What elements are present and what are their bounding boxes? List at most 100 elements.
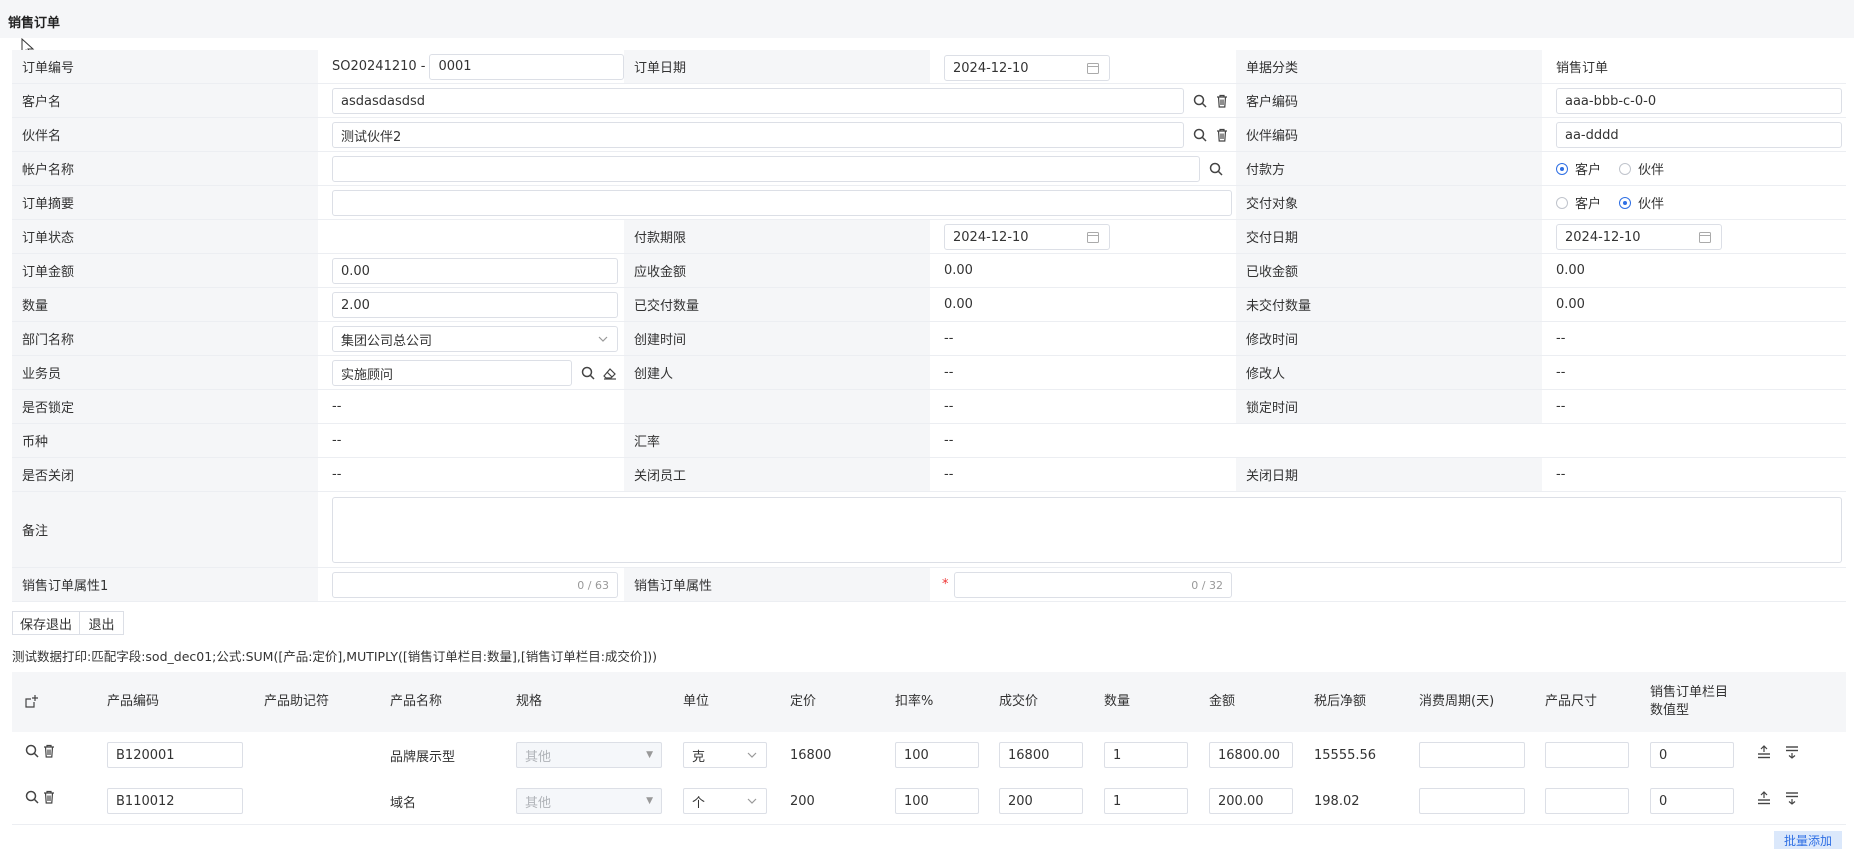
payment-deadline-picker[interactable]: 2024-12-10 [944,224,1110,250]
filter-row-icon[interactable] [1784,744,1800,760]
eraser-icon[interactable] [602,365,618,381]
receivable-label: 应收金额 [624,254,930,288]
attr1-label: 销售订单属性1 [12,568,318,602]
deal-price-input[interactable]: 16800 [999,742,1083,768]
deliver-radio-customer[interactable]: 客户 [1556,193,1601,212]
exchange-rate-label: 汇率 [624,424,930,458]
title-bar [0,0,1854,38]
discount-input[interactable]: 100 [895,788,979,814]
numeric-input[interactable]: 0 [1650,742,1734,768]
remark-label: 备注 [12,492,318,568]
closed-date-value: -- [1542,458,1846,492]
chevron-down-icon [598,336,608,342]
batch-add-button[interactable]: 批量添加 [1773,831,1842,849]
header-net: 税后净额 [1314,694,1367,709]
header-deal-price: 成交价 [999,694,1039,709]
filter-row-icon[interactable] [1784,790,1800,806]
trash-icon[interactable] [1214,127,1230,143]
save-exit-button[interactable]: 保存退出 [12,611,80,635]
numeric-input[interactable]: 0 [1650,788,1734,814]
search-icon[interactable] [580,365,596,381]
order-summary-cell [318,186,1236,220]
order-amount-input[interactable]: 0.00 [332,258,618,284]
radio-checked-icon [1556,162,1568,175]
product-name-cell: 域名 [390,795,417,811]
partner-name-input[interactable]: 测试伙伴2 [332,122,1184,148]
remark-textarea[interactable] [332,497,1842,563]
search-icon[interactable] [1192,93,1208,109]
qty-input[interactable]: 1 [1104,788,1188,814]
order-date-picker[interactable]: 2024-12-10 [944,55,1110,81]
debug-note: 测试数据打印:匹配字段:sod_dec01;公式:SUM([产品:定价],MUT… [12,649,658,664]
order-no-label: 订单编号 [12,50,318,84]
payer-radio-partner[interactable]: 伙伴 [1619,159,1664,178]
amount-input[interactable]: 200.00 [1209,788,1293,814]
order-no-input[interactable]: 0001 [429,53,624,80]
created-time-label: 创建时间 [624,322,930,356]
modified-time-value: -- [1542,322,1846,356]
product-code-input[interactable]: B120001 [107,742,243,768]
account-name-input[interactable] [332,156,1200,182]
locked-label: 是否锁定 [12,390,318,424]
header-unit: 单位 [683,694,710,709]
attr2-input[interactable]: 0 / 32 [954,572,1232,598]
chevron-down-icon [747,798,757,804]
deliver-radio-partner[interactable]: 伙伴 [1619,193,1664,212]
customer-name-input[interactable]: asdasdasdsd [332,88,1184,114]
quantity-input[interactable]: 2.00 [332,292,618,318]
search-icon[interactable] [24,789,40,805]
spec-select[interactable]: 其他 ▼ [516,742,662,768]
qty-input[interactable]: 1 [1104,742,1188,768]
page-title: 销售订单 [8,16,61,31]
unit-select[interactable]: 克 [683,742,767,768]
add-row-icon[interactable] [24,693,40,709]
order-summary-input[interactable] [332,190,1232,216]
product-code-input[interactable]: B110012 [107,788,243,814]
size-input[interactable] [1545,788,1629,814]
customer-code-label: 客户编码 [1236,84,1542,118]
account-name-label: 帐户名称 [12,152,318,186]
customer-name-cell: asdasdasdsd [318,84,1236,118]
attr-empty-cell [1236,568,1846,602]
modifier-label: 修改人 [1236,356,1542,390]
salesperson-input[interactable]: 实施顾问 [332,360,572,386]
header-spec: 规格 [516,694,543,709]
attr2-label: 销售订单属性 [624,568,930,602]
order-no-cell: SO20241210 - 0001 [318,50,624,84]
trash-icon[interactable] [41,789,57,805]
period-input[interactable] [1419,788,1525,814]
salesperson-label: 业务员 [12,356,318,390]
period-input[interactable] [1419,742,1525,768]
attr1-input[interactable]: 0 / 63 [332,572,618,598]
attr2-cell: * 0 / 32 [930,568,1236,602]
modifier-value: -- [1542,356,1846,390]
unit-select[interactable]: 个 [683,788,767,814]
exit-button[interactable]: 退出 [79,611,124,635]
partner-code-cell: aa-dddd [1542,118,1846,152]
salesperson-cell: 实施顾问 [318,356,624,390]
trash-icon[interactable] [1214,93,1230,109]
customer-code-cell: aaa-bbb-c-0-0 [1542,84,1846,118]
search-icon[interactable] [1192,127,1208,143]
insert-row-icon[interactable] [1756,744,1772,760]
deal-price-input[interactable]: 200 [999,788,1083,814]
size-input[interactable] [1545,742,1629,768]
account-name-cell [318,152,1236,186]
payer-radio-customer[interactable]: 客户 [1556,159,1601,178]
trash-icon[interactable] [41,743,57,759]
search-icon[interactable] [1208,161,1224,177]
insert-row-icon[interactable] [1756,790,1772,806]
price-cell: 200 [790,793,815,809]
search-icon[interactable] [24,743,40,759]
amount-input[interactable]: 16800.00 [1209,742,1293,768]
delivery-date-picker[interactable]: 2024-12-10 [1556,224,1722,250]
customer-code-input[interactable]: aaa-bbb-c-0-0 [1556,88,1842,114]
order-amount-label: 订单金额 [12,254,318,288]
creator-label: 创建人 [624,356,930,390]
spec-select[interactable]: 其他 ▼ [516,788,662,814]
discount-input[interactable]: 100 [895,742,979,768]
partner-code-input[interactable]: aa-dddd [1556,122,1842,148]
department-select[interactable]: 集团公司总公司 [332,326,618,352]
product-name-cell: 品牌展示型 [390,749,456,765]
header-product-code: 产品编码 [107,694,160,709]
